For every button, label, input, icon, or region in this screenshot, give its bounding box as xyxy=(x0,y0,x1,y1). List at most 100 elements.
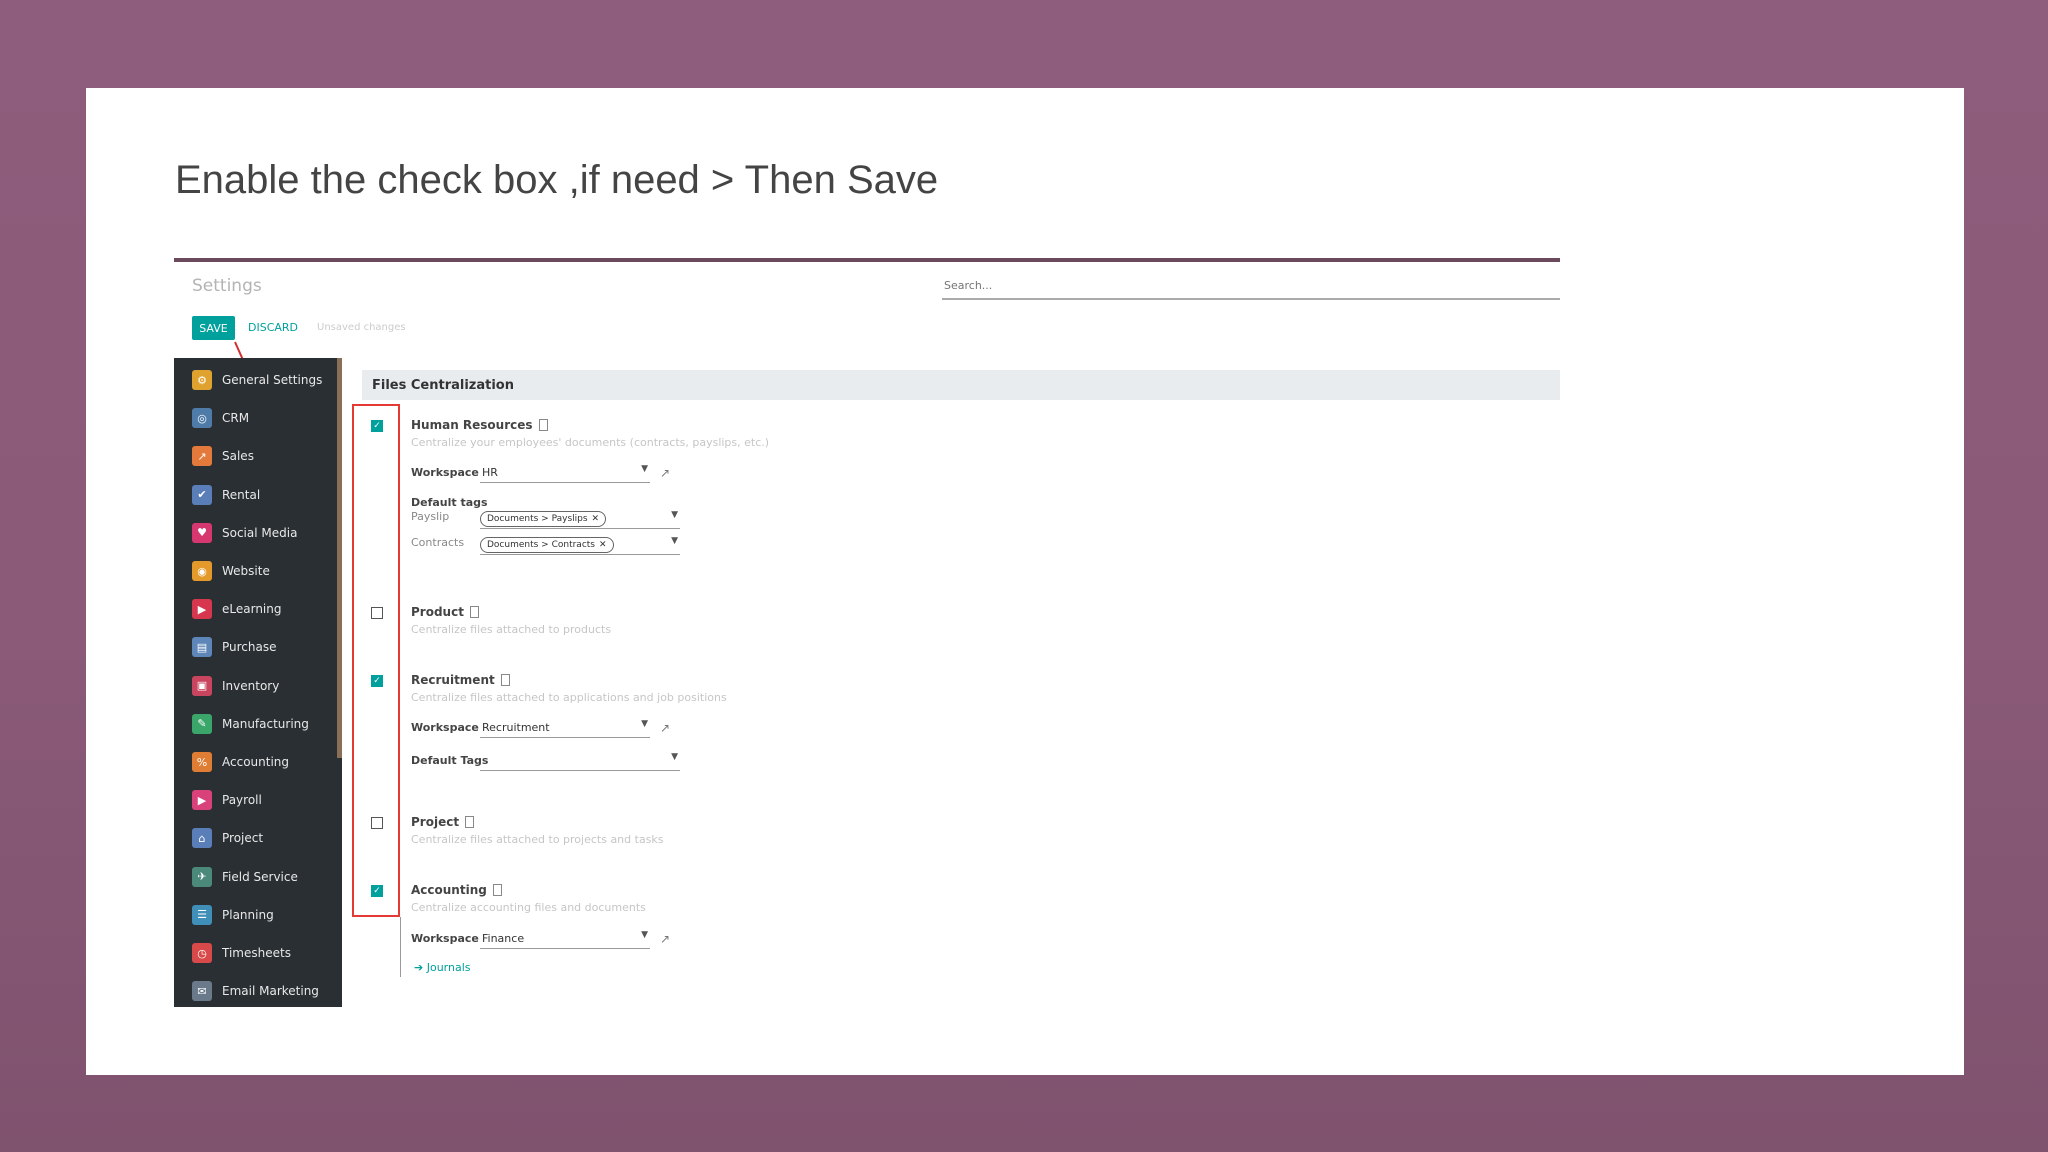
recruitment-tags-select[interactable]: ▼ xyxy=(480,752,680,771)
hr-default-tags-label: Default tags xyxy=(411,496,488,509)
sidebar-item-label: Website xyxy=(222,564,270,578)
recruitment-checkbox[interactable]: ✓ xyxy=(371,675,383,687)
chevron-down-icon: ▼ xyxy=(641,464,648,474)
email-marketing-icon: ✉ xyxy=(192,981,212,1002)
tag-chip: Documents > Payslips ✕ xyxy=(480,511,607,527)
hr-payslip-tags[interactable]: Documents > Payslips ✕ ▼ xyxy=(480,510,680,529)
external-link-icon[interactable]: ↗ xyxy=(660,466,670,480)
product-title: Product xyxy=(411,605,479,619)
control-panel: Settings SAVE DISCARD Unsaved changes xyxy=(174,262,1560,359)
external-link-icon[interactable]: ↗ xyxy=(660,932,670,946)
sales-icon: ↗ xyxy=(192,446,212,467)
sidebar-item[interactable]: ▶ eLearning xyxy=(192,597,281,621)
sidebar-item[interactable]: ☰ Planning xyxy=(192,903,274,927)
sidebar-item[interactable]: ◷ Timesheets xyxy=(192,941,291,965)
sidebar-item[interactable]: ⌂ Project xyxy=(192,826,263,850)
save-button[interactable]: SAVE xyxy=(192,316,235,340)
tag-text: Documents > Payslips xyxy=(487,514,588,524)
document-icon xyxy=(492,884,502,896)
document-icon xyxy=(538,419,548,431)
sidebar-item-label: Purchase xyxy=(222,640,277,655)
recruitment-title: Recruitment xyxy=(411,673,510,687)
unsaved-changes-label: Unsaved changes xyxy=(317,322,406,333)
sidebar-item[interactable]: ▤ Purchase xyxy=(192,635,277,659)
payroll-icon: ▶ xyxy=(192,790,212,811)
sidebar-item-label: CRM xyxy=(222,411,250,426)
sidebar-item[interactable]: % Accounting xyxy=(192,750,289,774)
accounting-workspace-label: Workspace xyxy=(411,932,479,945)
divider xyxy=(400,917,401,977)
checkbox-highlight xyxy=(352,404,400,917)
hr-contracts-label: Contracts xyxy=(411,536,465,549)
journals-link-text: Journals xyxy=(426,961,471,974)
sidebar-item-label: Sales xyxy=(222,449,254,464)
remove-tag-icon[interactable]: ✕ xyxy=(599,540,607,550)
chevron-down-icon: ▼ xyxy=(641,930,648,940)
remove-tag-icon[interactable]: ✕ xyxy=(592,514,600,524)
chevron-down-icon: ▼ xyxy=(671,536,678,546)
elearning-icon: ▶ xyxy=(192,599,212,620)
section-header: Files Centralization xyxy=(362,370,1560,400)
inventory-icon: ▣ xyxy=(192,675,212,696)
rental-icon: ✔ xyxy=(192,484,212,505)
social-media-icon: ♥ xyxy=(192,522,212,543)
accounting-workspace-value: Finance xyxy=(482,932,525,945)
crm-icon: ◎ xyxy=(192,408,212,429)
chevron-down-icon: ▼ xyxy=(671,752,678,762)
project-title-text: Project xyxy=(411,815,460,829)
sidebar-item[interactable]: ♥ Social Media xyxy=(192,521,297,545)
document-icon xyxy=(465,816,475,828)
hr-workspace-select[interactable]: HR ▼ xyxy=(480,464,650,483)
planning-icon: ☰ xyxy=(192,904,212,925)
tag-text: Documents > Contracts xyxy=(487,540,595,550)
sidebar-item-label: Planning xyxy=(222,907,274,922)
page-title: Settings xyxy=(192,276,262,296)
search-input[interactable] xyxy=(942,278,1560,293)
sidebar-item-label: Payroll xyxy=(222,793,262,808)
sidebar-item[interactable]: ▶ Payroll xyxy=(192,788,262,812)
settings-sidebar: ⚙ General Settings ◎ CRM ↗ Sales ✔ Rental ♥ Socia… xyxy=(174,358,342,1007)
sidebar-item[interactable]: ↗ Sales xyxy=(192,444,254,468)
sidebar-item-label: Accounting xyxy=(222,755,290,769)
project-description: Centralize files attached to projects an… xyxy=(411,833,664,846)
hr-checkbox[interactable]: ✓ xyxy=(371,420,383,432)
accounting-title-text: Accounting xyxy=(411,883,487,897)
sidebar-item[interactable]: ⚙ General Settings xyxy=(192,368,322,392)
manufacturing-icon: ✎ xyxy=(192,713,212,734)
recruitment-workspace-select[interactable]: Recruitment ▼ xyxy=(480,719,650,738)
accounting-workspace-select[interactable]: Finance ▼ xyxy=(480,930,650,949)
slide-caption: Enable the check box ,if need > Then Sav… xyxy=(175,158,939,202)
sidebar-item-label: Inventory xyxy=(222,678,280,693)
timesheets-icon: ◷ xyxy=(192,943,212,963)
accounting-description: Centralize accounting files and document… xyxy=(411,901,646,914)
journals-link[interactable]: ➔ Journals xyxy=(414,961,471,974)
chevron-down-icon: ▼ xyxy=(641,719,648,729)
search-box[interactable] xyxy=(942,274,1560,300)
settings-content: Files Centralization ✓ Human Resources C… xyxy=(342,358,1560,1007)
discard-button[interactable]: DISCARD xyxy=(248,321,298,334)
product-checkbox[interactable] xyxy=(371,607,383,619)
external-link-icon[interactable]: ↗ xyxy=(660,721,670,735)
hr-contracts-tags[interactable]: Documents > Contracts ✕ ▼ xyxy=(480,536,680,555)
hr-workspace-value: HR xyxy=(482,466,498,479)
document-icon xyxy=(500,674,510,686)
sidebar-item[interactable]: ◎ CRM xyxy=(192,406,249,430)
project-checkbox[interactable] xyxy=(371,817,383,829)
sidebar-item-label: eLearning xyxy=(222,602,282,617)
gear-icon: ⚙ xyxy=(192,370,212,390)
project-title: Project xyxy=(411,815,475,829)
sidebar-item[interactable]: ✔ Rental xyxy=(192,483,260,507)
hr-description: Centralize your employees' documents (co… xyxy=(411,436,770,449)
tag-chip: Documents > Contracts ✕ xyxy=(480,537,614,553)
sidebar-item-label: Social Media xyxy=(222,525,298,540)
accounting-checkbox[interactable]: ✓ xyxy=(371,885,383,897)
sidebar-item-label: General Settings xyxy=(222,373,323,387)
slide: Enable the check box ,if need > Then Sav… xyxy=(86,88,1964,1075)
project-icon: ⌂ xyxy=(192,828,212,849)
sidebar-item-label: Field Service xyxy=(222,869,298,884)
sidebar-item[interactable]: ▣ Inventory xyxy=(192,674,279,698)
sidebar-item[interactable]: ✎ Manufacturing xyxy=(192,712,309,736)
sidebar-item[interactable]: ✈ Field Service xyxy=(192,865,298,889)
sidebar-item[interactable]: ✉ Email Marketing xyxy=(192,979,319,1003)
sidebar-item[interactable]: ◉ Website xyxy=(192,559,270,583)
